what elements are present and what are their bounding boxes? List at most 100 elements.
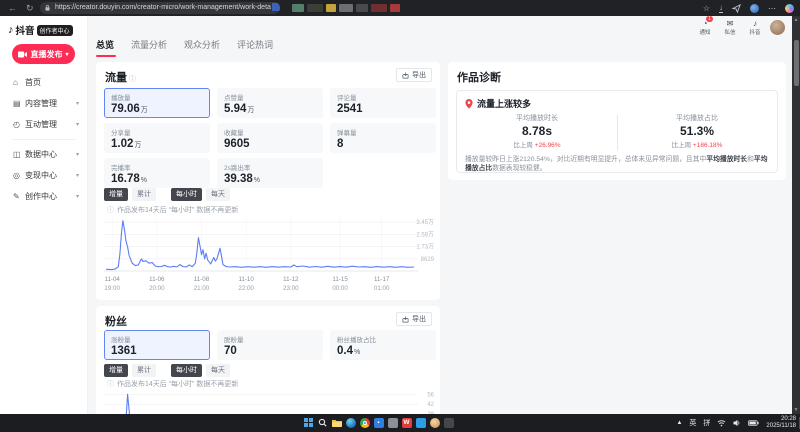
metric-value: 39.38% [224, 173, 316, 185]
ime-pinyin-indicator[interactable]: 拼 [703, 418, 710, 428]
browser-profile-avatar[interactable] [750, 4, 759, 13]
toggle-累计[interactable]: 累计 [132, 364, 156, 377]
header-action-通知[interactable]: ◔通知1 [697, 19, 713, 36]
toggle-每小时[interactable]: 每小时 [171, 188, 202, 201]
scrollbar-up-icon[interactable]: ▲ [792, 17, 800, 23]
sidebar-item-5[interactable]: ✎创作中心▾ [0, 186, 88, 207]
taskbar-vscode-icon[interactable] [415, 417, 426, 428]
toggle-增量[interactable]: 增量 [104, 188, 128, 201]
divider [617, 115, 618, 151]
taskbar-explorer-icon[interactable] [331, 417, 342, 428]
download-icon[interactable]: ↓ [719, 4, 723, 13]
metric-tile-点赞量[interactable]: 点赞量5.94万 [217, 88, 323, 118]
battery-icon[interactable] [748, 420, 759, 426]
export-icon [402, 316, 409, 323]
y-axis-label: 2.59万 [416, 231, 434, 238]
metric-tile-脱粉量[interactable]: 脱粉量70 [217, 330, 323, 360]
taskbar-search-icon[interactable] [317, 417, 328, 428]
speaker-icon[interactable] [733, 419, 741, 427]
share-send-icon[interactable] [732, 4, 741, 13]
header-action-抖音[interactable]: ♪抖音 [747, 19, 763, 36]
publish-button[interactable]: 直播发布 ▾ [12, 44, 75, 64]
toggle-每小时[interactable]: 每小时 [171, 364, 202, 377]
metric-label: 收藏量 [224, 127, 316, 137]
refresh-icon[interactable]: ↻ [26, 2, 34, 14]
extension-chip[interactable] [326, 4, 336, 12]
scrollbar-thumb[interactable] [794, 40, 799, 86]
taskbar-account-icon[interactable] [429, 417, 440, 428]
wifi-icon[interactable] [717, 419, 726, 427]
extension-chip[interactable] [371, 4, 387, 12]
copilot-icon[interactable] [785, 4, 794, 13]
browser-menu-icon[interactable]: ⋯ [768, 4, 776, 13]
address-bar[interactable]: https://creator.douyin.com/creator-micro… [40, 2, 280, 14]
extension-chip[interactable] [307, 4, 323, 12]
taskbar-clock[interactable]: 20:28 2025/11/18 [766, 416, 796, 430]
sidebar-item-2[interactable]: ◴互动管理▾ [0, 114, 88, 135]
toggle-每天[interactable]: 每天 [206, 364, 230, 377]
stat-compare: 比上周 +186.18% [617, 139, 777, 149]
stat-label: 平均播放时长 [457, 113, 617, 123]
sidebar-item-4[interactable]: ◎变现中心▾ [0, 165, 88, 186]
metric-tile-收藏量[interactable]: 收藏量9605 [217, 123, 323, 153]
chevron-down-icon: ▾ [76, 100, 79, 107]
sidebar-menu: ⌂首页▤内容管理▾◴互动管理▾ ◫数据中心▾◎变现中心▾✎创作中心▾ [0, 72, 88, 207]
pen-icon: ✎ [13, 192, 25, 201]
traffic-export-button[interactable]: 导出 [396, 68, 432, 82]
pin-icon [465, 99, 473, 109]
sidebar-item-0[interactable]: ⌂首页 [0, 72, 88, 93]
toggle-每天[interactable]: 每天 [206, 188, 230, 201]
x-tick-date: 11-10 [238, 276, 254, 283]
metric-unit: % [141, 177, 147, 184]
metric-unit: % [354, 349, 360, 356]
browser-actions: ☆ ↓ ⋯ [703, 1, 794, 15]
header-action-私信[interactable]: ✉私信 [722, 19, 738, 36]
extension-chip[interactable] [390, 4, 400, 12]
metric-tile-评论量[interactable]: 评论量2541 [330, 88, 436, 118]
taskbar-settings-icon[interactable] [443, 417, 454, 428]
sidebar-item-1[interactable]: ▤内容管理▾ [0, 93, 88, 114]
summary-text: 数据表现较稳健。 [492, 165, 546, 172]
metric-tile-完播率[interactable]: 完播率16.78% [104, 158, 210, 188]
y-axis-label: 1.73万 [416, 243, 434, 250]
ime-language-indicator[interactable]: 英 [689, 418, 696, 428]
metric-tile-弹幕量[interactable]: 弹幕量8 [330, 123, 436, 153]
metric-label: 脱粉量 [224, 334, 316, 344]
browser-scrollbar[interactable]: ▲ ▼ [792, 16, 800, 414]
tab-3[interactable]: 评论热词 [237, 38, 273, 57]
tab-1[interactable]: 流量分析 [131, 38, 167, 57]
scrollbar-down-icon[interactable]: ▼ [792, 407, 800, 413]
metric-tile-2s跳出率[interactable]: 2s跳出率39.38% [217, 158, 323, 188]
taskbar-store-icon[interactable]: ▪ [373, 417, 384, 428]
header-actions: ◔通知1 ✉私信 ♪抖音 [697, 19, 763, 36]
taskbar-teams-icon[interactable] [387, 417, 398, 428]
extension-chip[interactable] [356, 4, 368, 12]
tab-2[interactable]: 观众分析 [184, 38, 220, 57]
tab-0[interactable]: 总览 [96, 38, 114, 57]
fans-export-button[interactable]: 导出 [396, 312, 432, 326]
metric-tile-涨粉量[interactable]: 涨粉量1361 [104, 330, 210, 360]
taskbar-chrome-icon[interactable] [359, 417, 370, 428]
user-avatar[interactable] [770, 20, 785, 35]
tray-chevron-icon[interactable]: ▲ [676, 420, 682, 426]
toggle-累计[interactable]: 累计 [132, 188, 156, 201]
taskbar-edge-icon[interactable] [345, 417, 356, 428]
taskbar-start-icon[interactable] [303, 417, 314, 428]
toggle-增量[interactable]: 增量 [104, 364, 128, 377]
metric-tile-播放量[interactable]: 播放量79.06万 [104, 88, 210, 118]
metric-tile-粉丝播放占比[interactable]: 粉丝播放占比0.4% [330, 330, 436, 360]
stat-label: 平均播放占比 [617, 113, 777, 123]
back-icon[interactable]: ← [8, 2, 17, 14]
metric-tile-分享量[interactable]: 分享量1.02万 [104, 123, 210, 153]
extension-chip[interactable] [292, 4, 304, 12]
traffic-section: 流量ⓘ 导出 播放量79.06万点赞量5.94万评论量2541分享量1.02万收… [96, 62, 440, 300]
chevron-down-icon: ▾ [76, 193, 79, 200]
douyin-logo[interactable]: ♪ 抖音 创作者中心 [8, 23, 73, 37]
fans-title: 粉丝 [105, 313, 127, 329]
extension-chip[interactable] [339, 4, 353, 12]
x-tick-time: 00:00 [332, 285, 348, 292]
taskbar-wps-icon[interactable]: W [401, 417, 412, 428]
sidebar-item-3[interactable]: ◫数据中心▾ [0, 144, 88, 165]
favorite-star-icon[interactable]: ☆ [703, 4, 710, 13]
douyin-icon: ♪ [747, 19, 763, 28]
